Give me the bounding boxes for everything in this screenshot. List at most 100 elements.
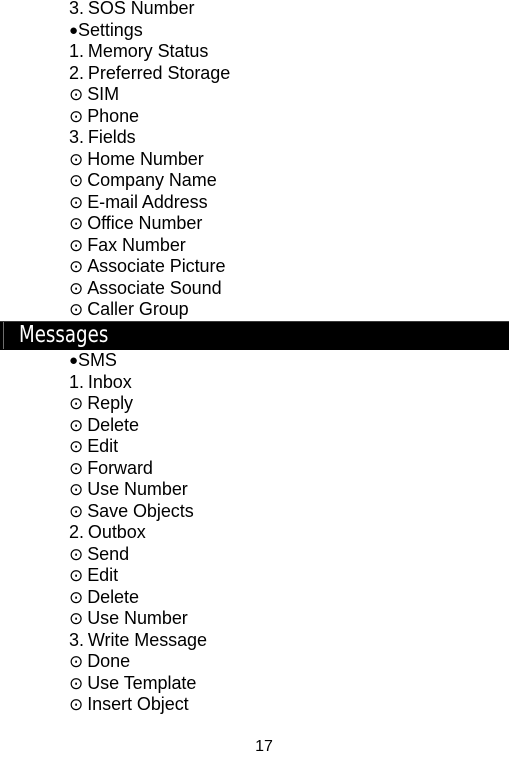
menu-entry: ⊙ Delete bbox=[0, 415, 509, 437]
menu-entry-label: Company Name bbox=[87, 170, 217, 190]
circled-dot-icon: ⊙ bbox=[69, 171, 84, 190]
menu-entry-label: Preferred Storage bbox=[87, 62, 231, 83]
menu-entry: ⊙ Associate Picture bbox=[0, 256, 509, 278]
manual-page: 3. SOS Number ●Settings 1. Memory Status 2. Pr… bbox=[0, 0, 509, 758]
circled-dot-icon: ⊙ bbox=[69, 544, 84, 564]
circled-dot-icon: ⊙ bbox=[69, 106, 84, 126]
menu-entry-label: Fields bbox=[87, 127, 136, 147]
circled-dot-icon: ⊙ bbox=[69, 235, 84, 255]
item-number: 1. bbox=[69, 371, 84, 392]
circled-dot-icon: ⊙ bbox=[69, 458, 84, 478]
circled-dot-icon: ⊙ bbox=[69, 192, 84, 212]
circled-dot-icon: ⊙ bbox=[69, 85, 84, 104]
menu-entry: ●SMS bbox=[0, 350, 509, 372]
menu-entry: ⊙ Fax Number bbox=[0, 235, 509, 257]
circled-dot-icon: ⊙ bbox=[69, 278, 84, 298]
menu-outline-phonebook: 3. SOS Number ●Settings 1. Memory Status 2. Pr… bbox=[0, 0, 509, 321]
menu-entry: ⊙ Phone bbox=[0, 106, 509, 128]
circled-dot-icon: ⊙ bbox=[69, 437, 84, 456]
section-title: Messages bbox=[19, 322, 109, 348]
menu-entry-label: Insert Object bbox=[87, 694, 189, 714]
menu-entry-label: Delete bbox=[87, 414, 139, 435]
menu-entry-label: Office Number bbox=[87, 213, 203, 233]
circled-dot-icon: ⊙ bbox=[69, 214, 84, 233]
item-number: 3. bbox=[69, 0, 84, 18]
circled-dot-icon: ⊙ bbox=[69, 673, 84, 693]
menu-entry: ⊙ Save Objects bbox=[0, 501, 509, 523]
circled-dot-icon: ⊙ bbox=[69, 695, 84, 714]
menu-entry: ⊙ Delete bbox=[0, 587, 509, 609]
menu-entry: ⊙ Associate Sound bbox=[0, 278, 509, 300]
menu-entry: ⊙ Office Number bbox=[0, 213, 509, 235]
menu-entry-label: SOS Number bbox=[87, 0, 195, 18]
menu-entry: 1. Inbox bbox=[0, 372, 509, 394]
menu-entry-label: Home Number bbox=[87, 148, 204, 169]
item-number: 1. bbox=[69, 41, 84, 61]
menu-entry: ⊙ Use Template bbox=[0, 673, 509, 695]
menu-entry: ⊙ Home Number bbox=[0, 149, 509, 171]
menu-entry-label: Fax Number bbox=[87, 234, 186, 255]
menu-entry-label: Edit bbox=[87, 436, 119, 456]
item-number: 3. bbox=[69, 629, 84, 650]
menu-entry-label: Reply bbox=[87, 393, 133, 413]
menu-entry: ⊙ Edit bbox=[0, 436, 509, 458]
menu-entry-label: Done bbox=[87, 651, 131, 671]
menu-entry-label: Send bbox=[87, 543, 130, 564]
menu-entry: ⊙ Done bbox=[0, 651, 509, 673]
menu-entry-label: Caller Group bbox=[87, 299, 189, 319]
menu-entry-label: SMS bbox=[78, 350, 117, 370]
menu-entry-label: Memory Status bbox=[87, 41, 209, 61]
menu-entry: ⊙ Send bbox=[0, 544, 509, 566]
item-number: 2. bbox=[69, 522, 84, 542]
bullet-icon: ● bbox=[69, 352, 79, 369]
menu-entry: 1. Memory Status bbox=[0, 41, 509, 63]
menu-entry: ⊙ Use Number bbox=[0, 608, 509, 630]
menu-entry-label: E-mail Address bbox=[87, 191, 208, 212]
circled-dot-icon: ⊙ bbox=[69, 652, 84, 671]
circled-dot-icon: ⊙ bbox=[69, 149, 84, 169]
circled-dot-icon: ⊙ bbox=[69, 480, 84, 499]
banner-left-rule bbox=[3, 322, 4, 349]
circled-dot-icon: ⊙ bbox=[69, 587, 84, 607]
menu-entry-label: Phone bbox=[87, 105, 140, 126]
circled-dot-icon: ⊙ bbox=[69, 257, 84, 276]
menu-entry: ⊙ Insert Object bbox=[0, 694, 509, 716]
circled-dot-icon: ⊙ bbox=[69, 415, 84, 435]
bullet-icon: ● bbox=[69, 21, 79, 39]
menu-entry-label: Save Objects bbox=[87, 500, 194, 521]
circled-dot-icon: ⊙ bbox=[69, 300, 84, 319]
menu-entry: ⊙ Company Name bbox=[0, 170, 509, 192]
menu-outline-messages: ●SMS 1. Inbox ⊙ Reply ⊙ Delete ⊙ Edit ⊙ Forward ⊙ Us… bbox=[0, 350, 509, 716]
menu-entry-label: Inbox bbox=[87, 371, 132, 392]
menu-entry: 3. Fields bbox=[0, 127, 509, 149]
menu-entry-label: Outbox bbox=[87, 522, 146, 542]
menu-entry: 2. Outbox bbox=[0, 522, 509, 544]
menu-entry: 3. SOS Number bbox=[0, 0, 509, 20]
page-number: 17 bbox=[255, 738, 273, 755]
section-banner-messages: Messages bbox=[0, 321, 509, 350]
menu-entry-label: Use Template bbox=[87, 672, 197, 693]
menu-entry: ⊙ Edit bbox=[0, 565, 509, 587]
menu-entry: ⊙ SIM bbox=[0, 84, 509, 106]
menu-entry: ⊙ Forward bbox=[0, 458, 509, 480]
menu-entry-label: Write Message bbox=[87, 629, 207, 650]
menu-entry: 3. Write Message bbox=[0, 630, 509, 652]
menu-entry-label: Delete bbox=[87, 586, 139, 607]
circled-dot-icon: ⊙ bbox=[69, 394, 84, 413]
menu-entry-label: Associate Picture bbox=[87, 256, 226, 276]
circled-dot-icon: ⊙ bbox=[69, 501, 84, 521]
menu-entry: ⊙ Caller Group bbox=[0, 299, 509, 321]
menu-entry: ●Settings bbox=[0, 20, 509, 42]
circled-dot-icon: ⊙ bbox=[69, 566, 84, 585]
menu-entry-label: Associate Sound bbox=[87, 277, 222, 298]
menu-entry-label: Forward bbox=[87, 457, 153, 478]
menu-entry-label: SIM bbox=[87, 84, 120, 104]
item-number: 3. bbox=[69, 127, 84, 147]
item-number: 2. bbox=[69, 62, 84, 83]
menu-entry: ⊙ Reply bbox=[0, 393, 509, 415]
menu-entry: ⊙ E-mail Address bbox=[0, 192, 509, 214]
menu-entry-label: Use Number bbox=[87, 608, 188, 628]
menu-entry: ⊙ Use Number bbox=[0, 479, 509, 501]
circled-dot-icon: ⊙ bbox=[69, 609, 84, 628]
menu-entry: 2. Preferred Storage bbox=[0, 63, 509, 85]
